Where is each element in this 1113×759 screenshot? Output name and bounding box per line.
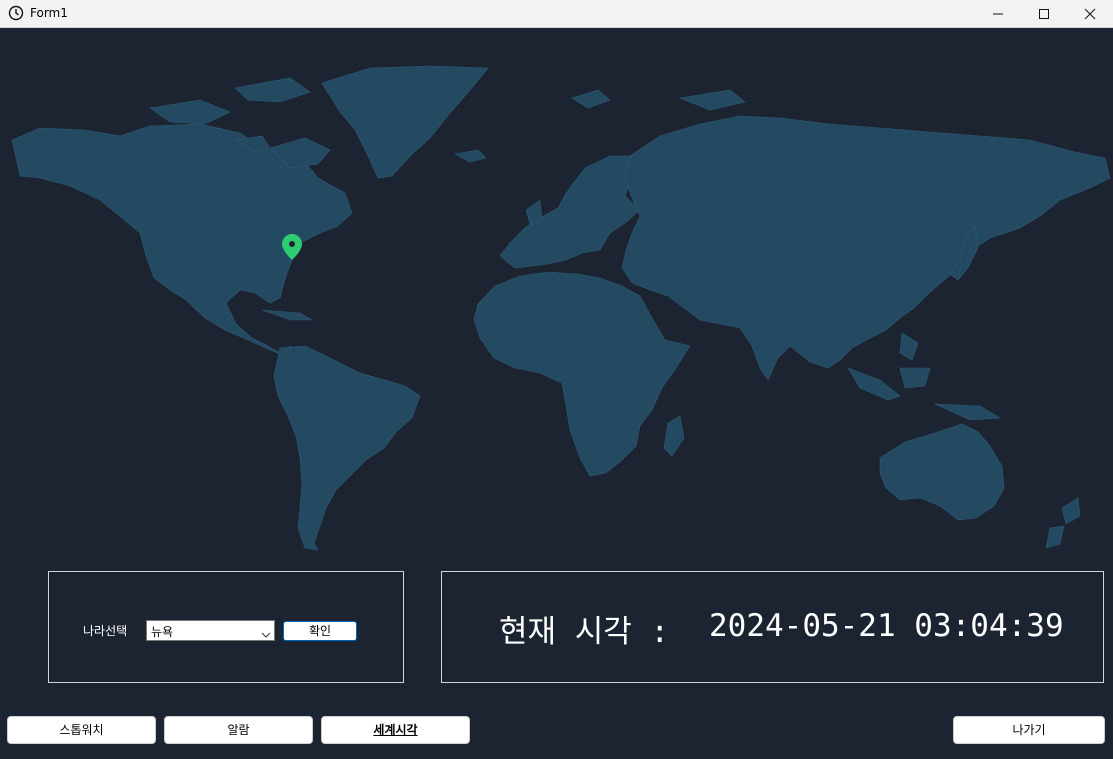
australia [879,423,1005,521]
asia [621,115,1111,381]
alarm-button[interactable]: 알람 [164,716,313,744]
maximize-icon [1039,8,1049,19]
window-title: Form1 [30,6,68,20]
current-time-label: 현재 시각 : [499,614,670,650]
close-icon [1084,8,1096,19]
exit-button[interactable]: 나가기 [953,716,1105,744]
africa [473,271,691,477]
greenland [321,65,489,179]
minimize-button[interactable] [975,0,1021,27]
country-dropdown-value: 뉴욕 [151,625,174,639]
country-select-label: 나라선택 [83,624,128,638]
stopwatch-button[interactable]: 스톱워치 [7,716,156,744]
current-time-panel: 현재 시각 : 2024-05-21 03:04:39 [441,571,1104,683]
country-dropdown[interactable]: 뉴욕 [146,620,275,641]
title-bar: Form1 [0,0,1113,28]
confirm-button[interactable]: 확인 [283,621,357,641]
current-time-value: 2024-05-21 03:04:39 [709,608,1064,644]
close-button[interactable] [1067,0,1113,27]
maximize-button[interactable] [1021,0,1067,27]
world-map [0,28,1113,563]
minimize-icon [993,13,1003,14]
continents [11,65,1111,551]
clock-icon [8,5,24,21]
europe [499,155,641,269]
south-america [273,345,421,551]
country-select-panel: 나라선택 뉴욕 확인 [48,571,404,683]
worldclock-button[interactable]: 세계시각 [321,716,470,744]
chevron-down-icon [261,625,271,644]
